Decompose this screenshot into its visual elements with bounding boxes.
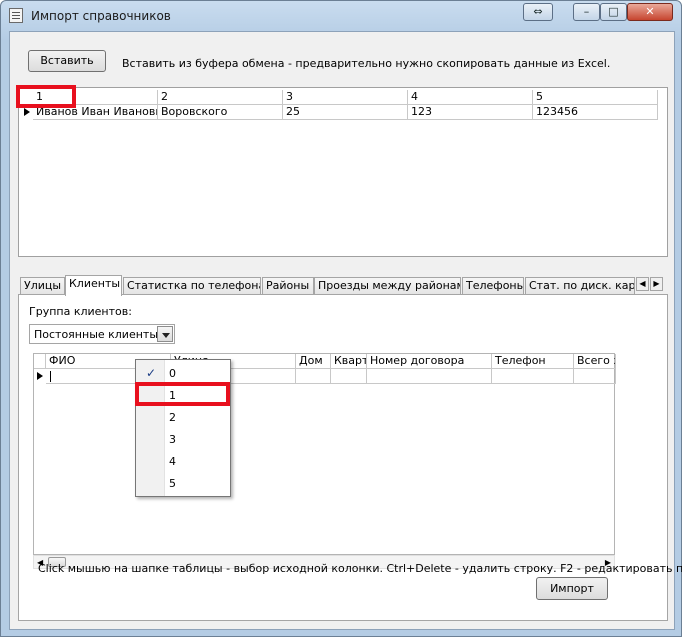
chevron-down-icon[interactable] — [157, 326, 173, 342]
menu-item-4[interactable]: 4 — [169, 455, 176, 468]
check-icon: ✓ — [146, 366, 157, 380]
menu-gutter — [136, 360, 165, 496]
clients-grid[interactable]: ФИО Улица Дом Кварт Номер договора Телеф… — [33, 353, 616, 555]
menu-item-3[interactable]: 3 — [169, 433, 176, 446]
column-header-phone[interactable]: Телефон — [492, 354, 574, 369]
grid-cell-phone[interactable] — [492, 369, 574, 384]
tab-discount-card-stats[interactable]: Стат. по диск. карта — [525, 277, 635, 295]
grid-cell[interactable]: 25 — [283, 105, 408, 120]
highlight-annotation — [135, 382, 230, 406]
menu-item-5[interactable]: 5 — [169, 477, 176, 490]
column-mapping-menu: ✓ 0 1 2 3 4 5 — [135, 359, 231, 497]
grid-cell-total[interactable] — [574, 369, 616, 384]
footer-hint-text: Click мышью на шапке таблицы - выбор исх… — [38, 562, 682, 575]
column-header-total[interactable]: Всего за — [574, 354, 616, 369]
grid-cell[interactable]: 123 — [408, 105, 533, 120]
grid-cell[interactable]: 123456 — [533, 105, 658, 120]
tab-clients[interactable]: Клиенты — [65, 275, 122, 296]
column-header-3[interactable]: 3 — [283, 90, 408, 105]
tab-district-routes[interactable]: Проезды между районами — [314, 277, 461, 295]
column-header-apartment[interactable]: Кварт — [331, 354, 367, 369]
client-group-value: Постоянные клиенты — [34, 328, 159, 341]
grid-cell-apartment[interactable] — [331, 369, 367, 384]
column-header-house[interactable]: Дом — [296, 354, 331, 369]
menu-item-0[interactable]: 0 — [169, 367, 176, 380]
close-button[interactable]: ✕ — [627, 3, 673, 21]
tab-streets[interactable]: Улицы — [20, 277, 65, 295]
paste-button[interactable]: Вставить — [28, 50, 106, 72]
text-cursor — [50, 371, 51, 382]
row-header-corner — [34, 354, 46, 369]
grid-cell[interactable]: Воровского — [158, 105, 283, 120]
highlight-annotation — [16, 85, 76, 108]
column-header-contract[interactable]: Номер договора — [367, 354, 492, 369]
column-header-2[interactable]: 2 — [158, 90, 283, 105]
window-title: Импорт справочников — [31, 9, 171, 23]
import-window: Импорт справочников ⇔ – □ ✕ Вставить Вст… — [0, 0, 682, 637]
client-group-select[interactable]: Постоянные клиенты — [29, 324, 175, 344]
import-data-grid[interactable]: 1 2 3 4 5 Иванов Иван Иванович Воровског… — [18, 87, 668, 257]
grid-cell-house[interactable] — [296, 369, 331, 384]
tab-scroll-left-icon[interactable]: ◀ — [636, 277, 649, 291]
paste-hint-text: Вставить из буфера обмена - предваритель… — [122, 57, 611, 70]
client-group-label: Группа клиентов: — [29, 305, 132, 318]
title-bar[interactable]: Импорт справочников ⇔ – □ ✕ — [1, 1, 681, 31]
minimize-button[interactable]: – — [573, 3, 600, 21]
tab-phones[interactable]: Телефоны — [462, 277, 524, 295]
column-header-5[interactable]: 5 — [533, 90, 658, 105]
maximize-button[interactable]: □ — [600, 3, 627, 21]
tab-strip: Улицы Клиенты Статистка по телефонам Рай… — [18, 275, 668, 296]
grid-cell-contract[interactable] — [367, 369, 492, 384]
column-header-4[interactable]: 4 — [408, 90, 533, 105]
import-button[interactable]: Импорт — [536, 577, 608, 600]
tab-phone-stats[interactable]: Статистка по телефонам — [123, 277, 261, 295]
app-icon — [9, 8, 23, 23]
tab-districts[interactable]: Районы — [262, 277, 314, 295]
row-pointer-icon — [34, 369, 46, 384]
tab-scroll-right-icon[interactable]: ▶ — [650, 277, 663, 291]
window-client-area: Вставить Вставить из буфера обмена - пре… — [9, 31, 682, 630]
menu-item-2[interactable]: 2 — [169, 411, 176, 424]
resize-toggle-button[interactable]: ⇔ — [523, 3, 553, 21]
